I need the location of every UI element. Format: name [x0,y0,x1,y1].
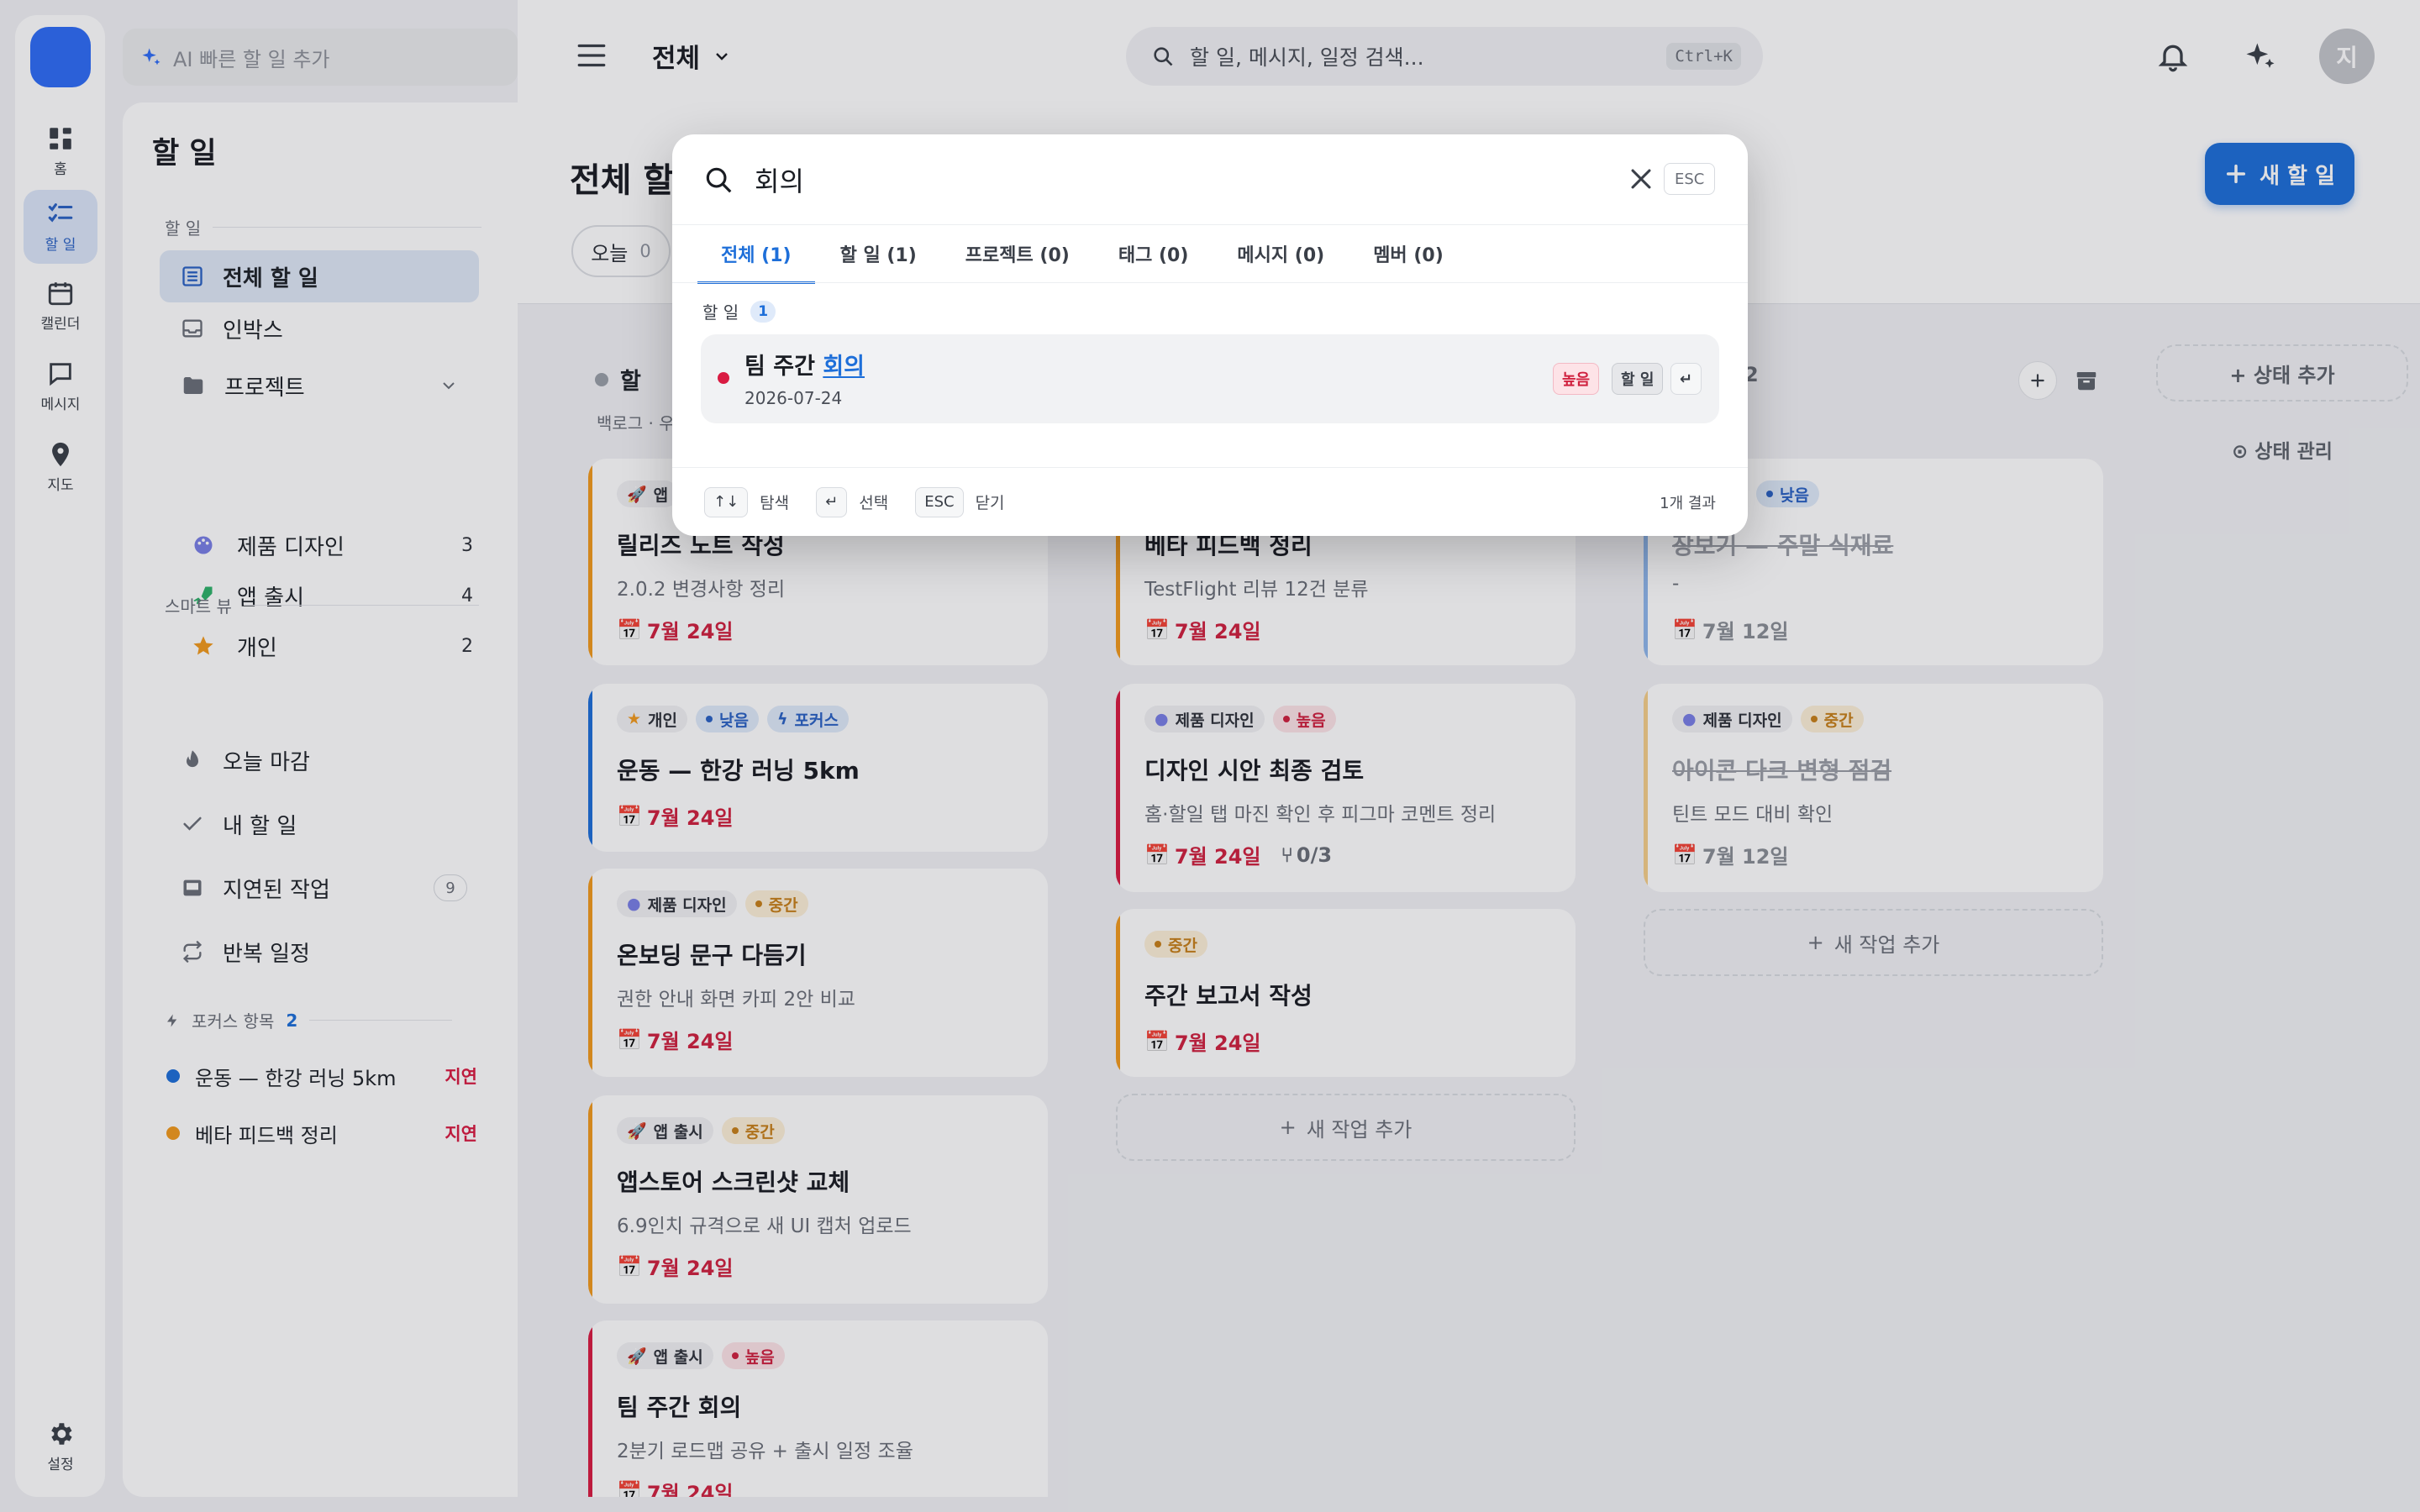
result-date: 2026-07-24 [744,388,843,408]
search-icon [706,167,732,192]
priority-dot [718,372,729,384]
esc-key-hint: ESC [1664,163,1716,195]
result-group-label: 할 일 [702,302,739,323]
tab-members[interactable]: 멤버 (0) [1349,225,1467,284]
select-key-hint: ↵ [816,486,848,517]
tab-divider [672,282,1748,283]
result-title-match: 회의 [823,354,865,380]
search-result-item[interactable]: 팀 주간 회의 2026-07-24 높음 할 일 ↵ [701,334,1719,423]
result-type-badge: 할 일 [1612,363,1664,395]
search-query-field[interactable]: 회의 [672,134,1748,225]
result-count: 1개 결과 [1660,494,1716,512]
nav-label: 탐색 [760,494,790,512]
result-priority-badge: 높음 [1553,363,1600,395]
result-group-header: 할 일 1 [702,299,776,323]
select-label: 선택 [859,494,889,512]
result-group-count: 1 [750,300,776,323]
search-query: 회의 [755,165,804,197]
tab-all[interactable]: 전체 (1) [697,225,815,284]
search-dialog: 회의 ESC 전체 (1) 할 일 (1) 프로젝트 (0) 태그 (0) 메시… [672,134,1748,536]
close-key-hint: ESC [915,486,964,517]
search-footer: ↑↓ 탐색 ↵ 선택 ESC 닫기 1개 결과 [672,467,1748,536]
nav-key-hint: ↑↓ [704,486,749,517]
enter-key-hint: ↵ [1670,363,1702,395]
close-label: 닫기 [975,494,1005,512]
tab-tasks[interactable]: 할 일 (1) [817,225,940,284]
result-title: 팀 주간 회의 [744,348,865,381]
close-icon[interactable] [1627,165,1655,193]
tab-messages[interactable]: 메시지 (0) [1213,225,1348,284]
tab-tags[interactable]: 태그 (0) [1095,225,1213,284]
tab-projects[interactable]: 프로젝트 (0) [942,225,1093,284]
search-tabs: 전체 (1) 할 일 (1) 프로젝트 (0) 태그 (0) 메시지 (0) 멤… [697,225,1469,284]
result-title-prefix: 팀 주간 [744,354,823,380]
